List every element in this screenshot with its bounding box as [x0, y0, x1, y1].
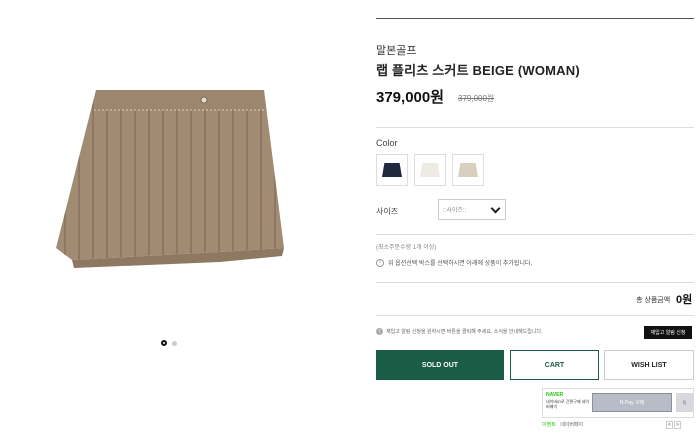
- swatch-white[interactable]: [414, 154, 446, 186]
- swatch-navy[interactable]: [376, 154, 408, 186]
- naver-pager: < >: [666, 421, 681, 429]
- restock-note-text: 재입고 알림 신청을 원하시면 버튼을 클릭해 주세요. 소식을 안내해드립니다…: [386, 329, 543, 335]
- min-order-text: (최소주문수량 1개 이상): [376, 245, 437, 251]
- npay-buy-button[interactable]: N Pay 구매: [592, 393, 672, 412]
- naver-event-prefix: 이벤트: [542, 422, 556, 428]
- sold-out-button[interactable]: SOLD OUT: [376, 350, 504, 380]
- divider: [376, 127, 694, 128]
- divider: [376, 18, 694, 19]
- next-button[interactable]: >: [674, 421, 681, 429]
- swatch-beige[interactable]: [452, 154, 484, 186]
- product-title: 랩 플리츠 스커트 BEIGE (WOMAN): [376, 63, 580, 78]
- restock-note: ! 재입고 알림 신청을 원하시면 버튼을 클릭해 주세요. 소식을 안내해드립…: [376, 328, 543, 335]
- color-label: Color: [376, 138, 398, 148]
- cart-button[interactable]: CART: [510, 350, 599, 380]
- total-label: 총 상품금액: [636, 297, 671, 304]
- divider: [376, 315, 694, 316]
- original-price: 379,000원: [458, 94, 495, 103]
- naver-event: 이벤트 네이버페이: [542, 421, 583, 428]
- chevron-down-icon: [490, 203, 501, 214]
- option-notice: ! 위 옵션선택 박스를 선택하시면 아래에 상품이 추가됩니다.: [376, 258, 532, 267]
- product-detail: 말본골프 랩 플리츠 스커트 BEIGE (WOMAN) 379,000원 37…: [376, 0, 694, 434]
- naver-desc: 네이버ID로 간편구매 네이버페이: [546, 399, 590, 409]
- gallery-dot-2[interactable]: [172, 340, 177, 346]
- divider: [376, 282, 694, 283]
- wish-list-button[interactable]: WISH LIST: [604, 350, 694, 380]
- info-icon: !: [376, 258, 384, 267]
- product-gallery: [0, 0, 350, 434]
- size-select-value: ::사이즈::: [443, 208, 467, 214]
- naver-event-text: 네이버페이: [560, 422, 584, 428]
- size-label: 사이즈: [376, 207, 399, 216]
- total-value: 0원: [676, 294, 693, 306]
- naver-pay-box: NAVER 네이버ID로 간편구매 네이버페이 N Pay 구매 찜: [542, 388, 694, 418]
- npay-wish-button[interactable]: 찜: [676, 393, 693, 412]
- gallery-pagination: [161, 340, 177, 346]
- gallery-dot-1[interactable]: [161, 340, 167, 346]
- product-price: 379,000원: [376, 89, 445, 106]
- restock-button[interactable]: 재입고 알림 신청: [644, 326, 692, 339]
- size-select[interactable]: ::사이즈::: [438, 199, 506, 220]
- brand-name[interactable]: 말본골프: [376, 42, 416, 58]
- color-swatches: [376, 154, 484, 186]
- info-icon: !: [376, 328, 383, 335]
- naver-logo: NAVER: [546, 392, 564, 398]
- option-notice-text: 위 옵션선택 박스를 선택하시면 아래에 상품이 추가됩니다.: [388, 261, 533, 267]
- product-image: [56, 90, 284, 268]
- prev-button[interactable]: <: [666, 421, 673, 429]
- divider: [376, 234, 694, 235]
